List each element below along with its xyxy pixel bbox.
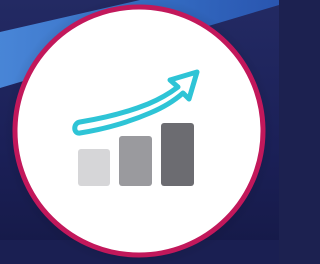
bar-medium	[119, 136, 152, 186]
bar-large	[161, 123, 194, 186]
badge-graphic	[0, 0, 279, 264]
bar-small	[78, 149, 110, 186]
growth-icon-badge	[0, 0, 279, 264]
badge-circle	[12, 4, 266, 258]
